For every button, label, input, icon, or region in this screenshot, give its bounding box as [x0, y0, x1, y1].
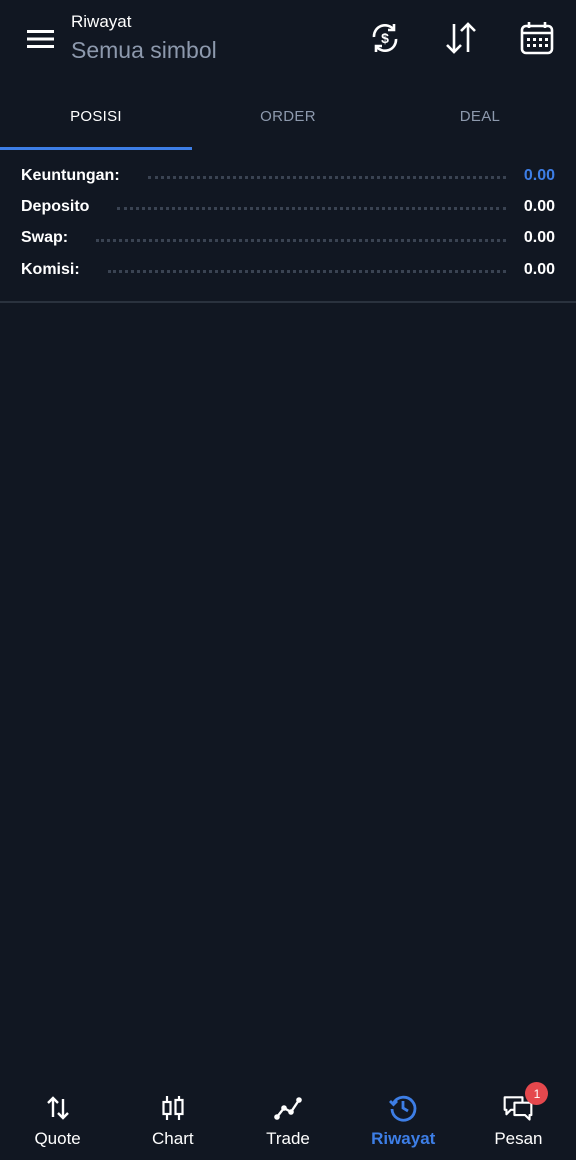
- tab-order[interactable]: ORDER: [192, 84, 384, 148]
- deposit-label: Deposito: [21, 197, 90, 215]
- history-icon: [387, 1092, 419, 1124]
- tab-deal[interactable]: DEAL: [384, 84, 576, 148]
- commission-label: Komisi:: [21, 260, 80, 278]
- summary-row-deposit: Deposito 0.00: [0, 191, 576, 222]
- summary-panel: Keuntungan: 0.00 Deposito 0.00 Swap: 0.0…: [0, 160, 576, 285]
- dotted-leader: [147, 176, 506, 180]
- page-title: Riwayat: [71, 12, 132, 31]
- nav-trade-label: Trade: [266, 1129, 310, 1148]
- nav-chart-label: Chart: [152, 1129, 194, 1148]
- history-tabs: POSISI ORDER DEAL: [0, 84, 576, 150]
- commission-value: 0.00: [523, 260, 555, 278]
- sort-button[interactable]: [441, 18, 481, 58]
- svg-text:$: $: [381, 30, 389, 46]
- nav-quote-label: Quote: [34, 1129, 81, 1148]
- arrows-up-down-icon: [42, 1092, 74, 1124]
- profit-value: 0.00: [523, 166, 555, 184]
- bottom-navigation: Quote Chart Trade Riwayat 1 Pesan: [0, 1080, 576, 1160]
- notification-badge: 1: [525, 1082, 549, 1105]
- nav-riwayat-label: Riwayat: [371, 1129, 436, 1148]
- candlestick-icon: [157, 1092, 189, 1124]
- sort-icon: [446, 22, 476, 54]
- summary-row-swap: Swap: 0.00: [0, 223, 576, 254]
- trend-line-icon: [272, 1092, 304, 1124]
- nav-chart[interactable]: Chart: [115, 1080, 230, 1160]
- swap-value: 0.00: [523, 229, 555, 247]
- symbol-filter[interactable]: Semua simbol: [71, 36, 217, 64]
- currency-exchange-icon: $: [372, 24, 398, 52]
- dotted-leader: [117, 207, 506, 211]
- nav-quote[interactable]: Quote: [0, 1080, 115, 1160]
- calendar-button[interactable]: [517, 18, 557, 58]
- summary-row-profit: Keuntungan: 0.00: [0, 160, 576, 191]
- menu-icon: [27, 30, 54, 48]
- calendar-icon: [520, 22, 554, 55]
- nav-riwayat[interactable]: Riwayat: [346, 1080, 461, 1160]
- summary-row-commission: Komisi: 0.00: [0, 254, 576, 285]
- app-bar: Riwayat Semua simbol $: [0, 0, 576, 80]
- currency-exchange-button[interactable]: $: [365, 18, 405, 58]
- dotted-leader: [107, 270, 506, 274]
- divider: [0, 301, 576, 303]
- tab-posisi[interactable]: POSISI: [0, 84, 192, 150]
- dotted-leader: [96, 238, 506, 242]
- deposit-value: 0.00: [523, 197, 555, 215]
- nav-pesan[interactable]: 1 Pesan: [461, 1080, 576, 1160]
- nav-pesan-label: Pesan: [494, 1129, 543, 1148]
- profit-label: Keuntungan:: [21, 166, 120, 184]
- chat-icon: 1: [502, 1082, 549, 1124]
- nav-trade[interactable]: Trade: [230, 1080, 345, 1160]
- swap-label: Swap:: [21, 229, 69, 247]
- menu-button[interactable]: [24, 24, 58, 54]
- page-title-block: Riwayat Semua simbol: [71, 12, 217, 64]
